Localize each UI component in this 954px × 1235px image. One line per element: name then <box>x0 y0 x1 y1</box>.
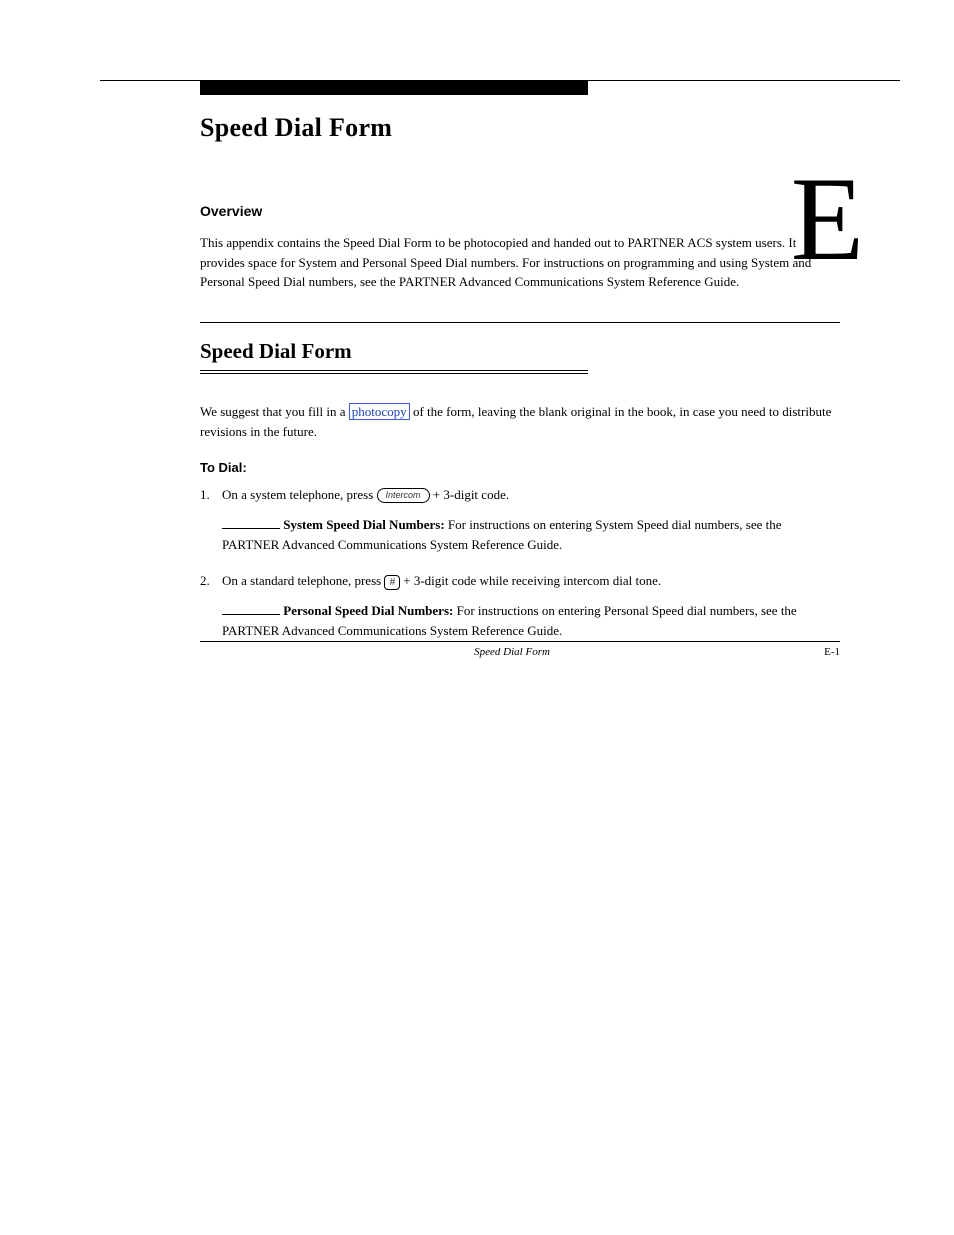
dial-instructions-list: On a system telephone, press Intercom + … <box>200 485 840 646</box>
item1-a: On a system telephone, press <box>222 487 377 502</box>
to-dial-heading: To Dial: <box>200 460 840 475</box>
chapter-black-bar <box>200 81 588 95</box>
sub1-label: System Speed Dial Numbers: <box>283 517 444 532</box>
list-item: On a standard telephone, press # + 3-dig… <box>200 571 840 645</box>
item2-b: + 3-digit code while receiving intercom … <box>400 573 661 588</box>
blank-line <box>222 517 280 529</box>
section-intro-paragraph: We suggest that you fill in a photocopy … <box>200 402 840 442</box>
item2-a: On a standard telephone, press <box>222 573 384 588</box>
sub2-label: Personal Speed Dial Numbers: <box>283 603 453 618</box>
overview-text: This appendix contains the Speed Dial Fo… <box>200 233 840 292</box>
item1-b: + 3-digit code. <box>430 487 510 502</box>
overview-heading: Overview <box>200 203 840 219</box>
photocopy-link[interactable]: photocopy <box>349 403 410 421</box>
chapter-letter: E <box>791 150 864 288</box>
para1-a: We suggest that you fill in a <box>200 404 349 419</box>
footer-page-number: E-1 <box>824 646 840 658</box>
footer-center: Speed Dial Form <box>200 646 824 658</box>
chapter-title: Speed Dial Form <box>200 113 854 143</box>
hash-key-icon: # <box>384 575 400 590</box>
footer-rule: Speed Dial Form E-1 <box>200 641 840 658</box>
section-title: Speed Dial Form <box>200 339 352 364</box>
section-underline <box>200 373 588 374</box>
blank-line <box>222 604 280 616</box>
list-item: On a system telephone, press Intercom + … <box>200 485 840 559</box>
intercom-key-icon: Intercom <box>377 488 430 503</box>
